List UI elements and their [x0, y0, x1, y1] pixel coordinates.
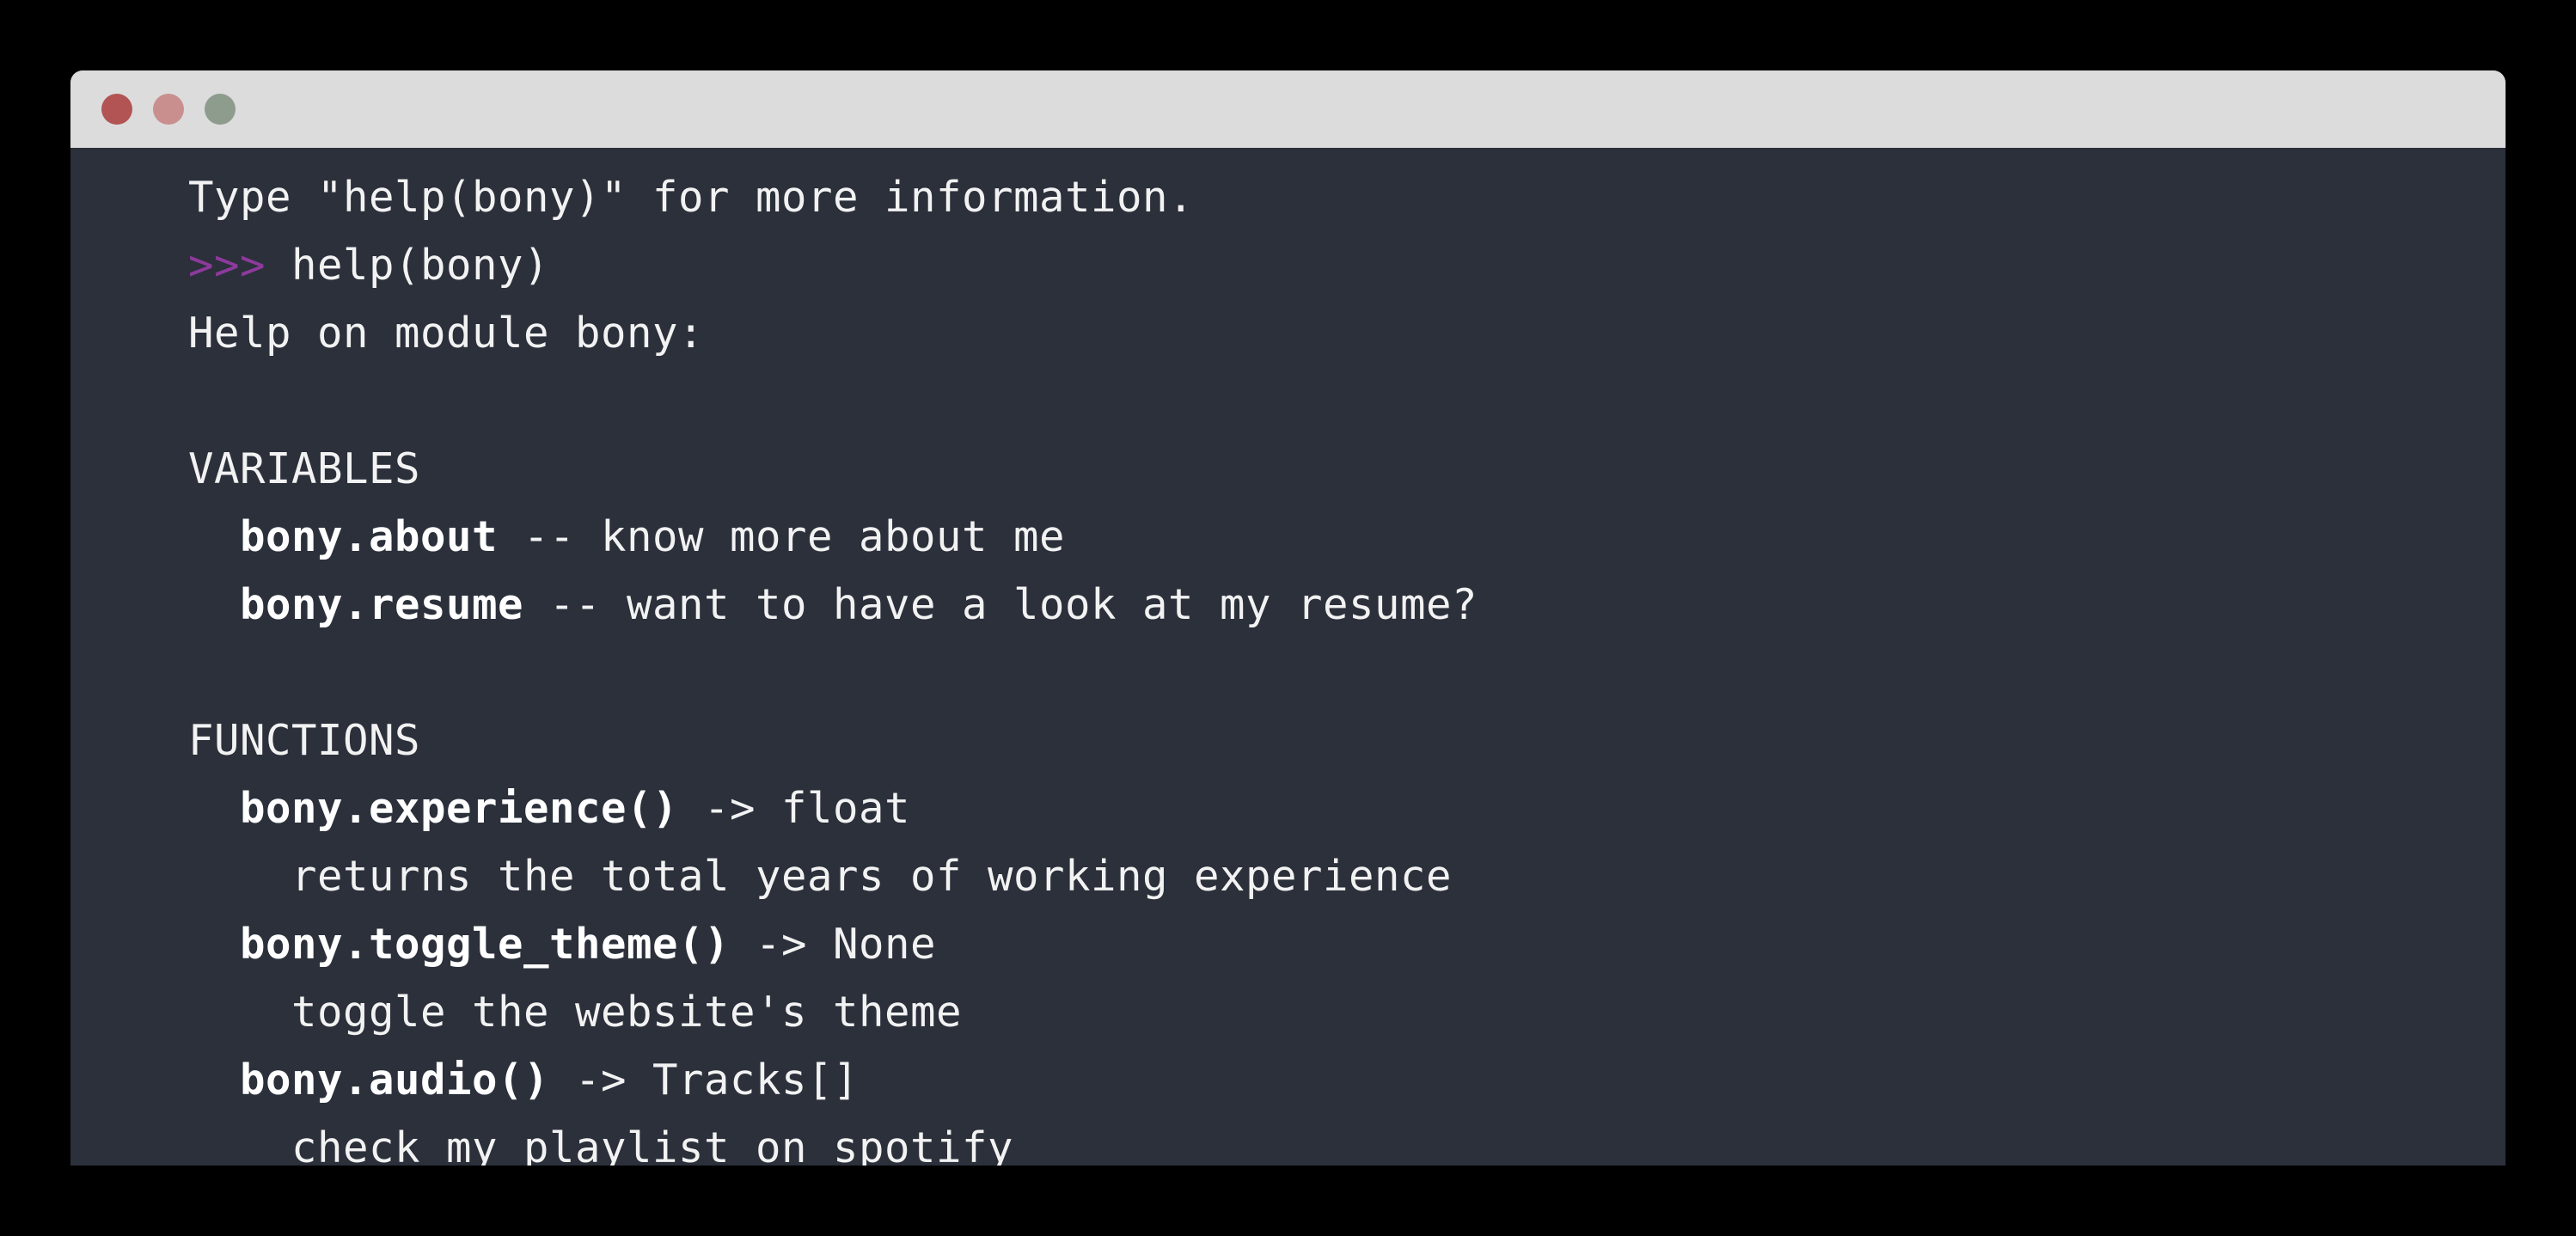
terminal-line: bony.toggle_theme() -> None	[70, 910, 2506, 978]
api-identifier[interactable]: bony.toggle_theme()	[240, 920, 730, 969]
api-description: -> float	[678, 784, 911, 833]
terminal-line-text: FUNCTIONS	[188, 716, 421, 765]
terminal-line: FUNCTIONS	[70, 707, 2506, 774]
api-identifier[interactable]: bony.about	[240, 512, 498, 561]
terminal-line: bony.about -- know more about me	[70, 503, 2506, 571]
command-text: help(bony)	[291, 241, 550, 290]
terminal-output[interactable]: Type "help(bony)" for more information. >…	[70, 148, 2506, 1166]
terminal-line: Type "help(bony)" for more information.	[70, 163, 2506, 231]
prompt-symbol: >>>	[188, 241, 292, 290]
api-description: -- want to have a look at my resume?	[523, 580, 1478, 629]
terminal-line: >>> help(bony)	[70, 231, 2506, 299]
terminal-line: bony.resume -- want to have a look at my…	[70, 571, 2506, 639]
api-description: -- know more about me	[498, 512, 1066, 561]
api-identifier[interactable]: bony.audio()	[240, 1055, 549, 1104]
terminal-line-text: returns the total years of working exper…	[188, 852, 1453, 901]
terminal-line: bony.audio() -> Tracks[]	[70, 1046, 2506, 1114]
terminal-line: Help on module bony:	[70, 299, 2506, 367]
api-description: -> None	[730, 920, 937, 969]
terminal-line-text: Type "help(bony)" for more information.	[188, 173, 1195, 222]
terminal-line-text: toggle the website's theme	[188, 988, 963, 1037]
terminal-line: returns the total years of working exper…	[70, 842, 2506, 910]
api-description: -> Tracks[]	[549, 1055, 860, 1104]
terminal-line: toggle the website's theme	[70, 978, 2506, 1046]
api-identifier[interactable]: bony.experience()	[240, 784, 678, 833]
close-window-button[interactable]	[101, 94, 132, 125]
title-bar[interactable]	[70, 70, 2506, 148]
zoom-window-button[interactable]	[205, 94, 236, 125]
terminal-line: bony.experience() -> float	[70, 774, 2506, 842]
api-identifier[interactable]: bony.resume	[240, 580, 523, 629]
terminal-window: Type "help(bony)" for more information. >…	[70, 70, 2506, 1166]
terminal-line: check my playlist on spotify	[70, 1114, 2506, 1166]
terminal-line-text: VARIABLES	[188, 444, 421, 493]
terminal-line-text: Help on module bony:	[188, 309, 705, 358]
terminal-line: VARIABLES	[70, 435, 2506, 503]
terminal-line-text: check my playlist on spotify	[188, 1123, 1014, 1166]
minimize-window-button[interactable]	[153, 94, 184, 125]
